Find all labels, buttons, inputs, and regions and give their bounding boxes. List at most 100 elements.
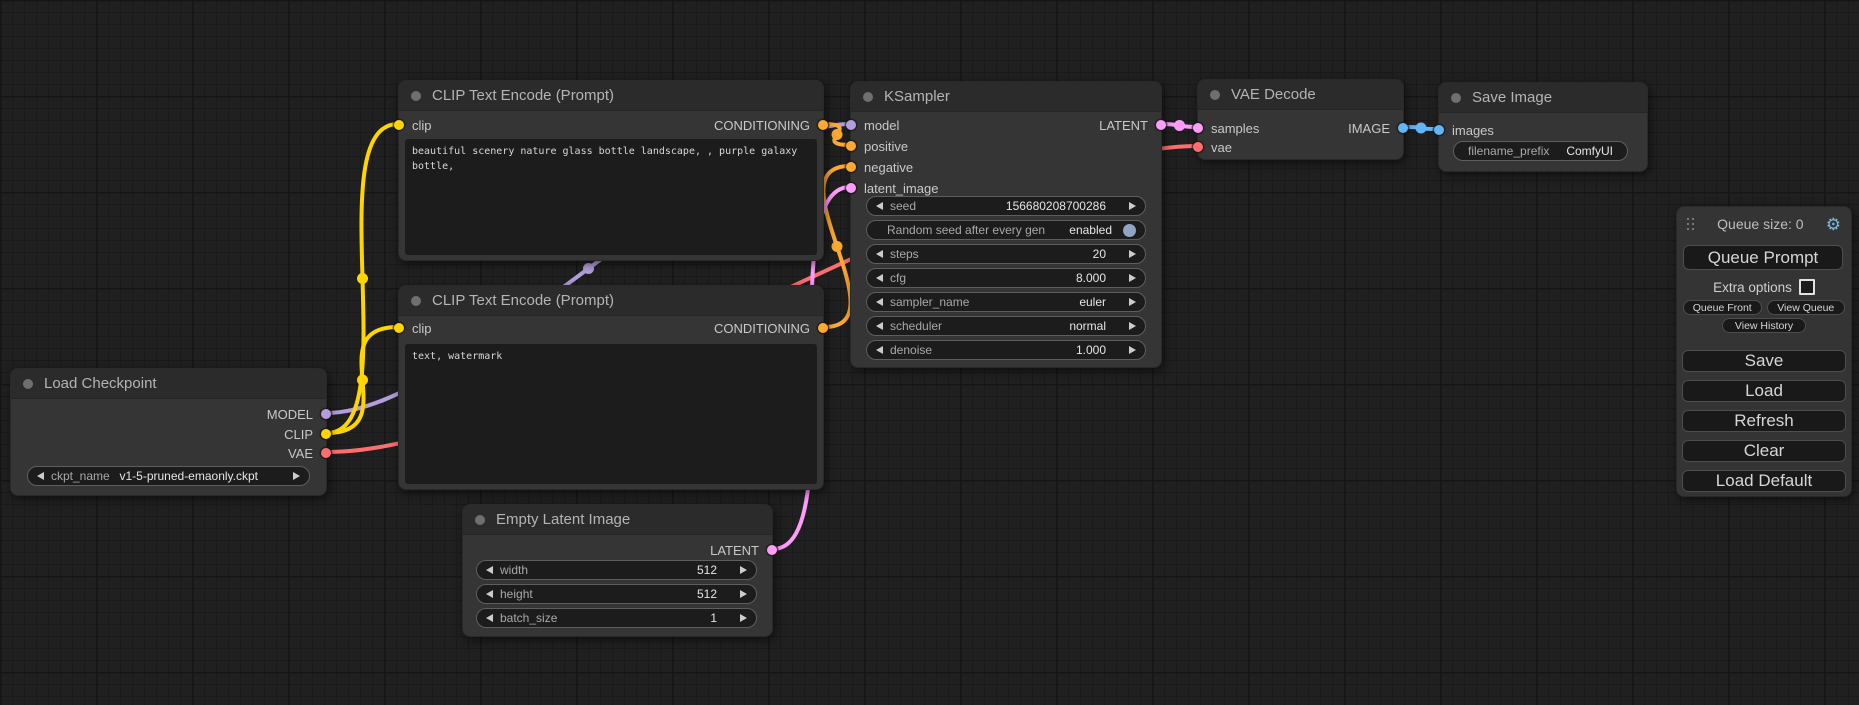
decrement-arrow-icon[interactable] [876,274,883,282]
increment-arrow-icon[interactable] [1129,322,1136,330]
node-title-bar[interactable]: VAE Decode [1198,80,1403,110]
port-dot-vae[interactable] [321,448,331,458]
load-default-button[interactable]: Load Default [1682,470,1846,492]
decrement-arrow-icon[interactable] [876,346,883,354]
input-port-clip[interactable]: clip [394,117,432,133]
output-port-conditioning[interactable]: CONDITIONING [714,117,828,133]
widget-height[interactable]: height 512 [476,584,757,604]
increment-arrow-icon[interactable] [1129,346,1136,354]
link-midpoint-dot[interactable] [357,273,368,284]
input-port-images[interactable]: images [1434,122,1494,138]
link-midpoint-dot[interactable] [832,241,843,252]
output-port-clip[interactable]: CLIP [284,426,331,442]
port-dot-samples[interactable] [1193,123,1203,133]
port-dot-latent[interactable] [767,545,777,555]
input-port-samples[interactable]: samples [1193,120,1259,136]
decrement-arrow-icon[interactable] [486,590,493,598]
queue-front-button[interactable]: Queue Front [1683,300,1762,315]
link-midpoint-dot[interactable] [1174,120,1185,131]
node-title-bar[interactable]: Empty Latent Image [463,505,772,535]
port-dot-positive[interactable] [846,141,856,151]
link-midpoint-dot[interactable] [1416,123,1427,134]
input-port-negative[interactable]: negative [846,159,913,175]
widget-random-seed-toggle[interactable]: Random seed after every gen enabled [866,220,1146,240]
link-midpoint-dot[interactable] [832,129,843,140]
port-dot-latent[interactable] [1156,120,1166,130]
queue-control-panel[interactable]: Queue size: 0 ⚙ Queue Prompt Extra optio… [1676,206,1852,497]
decrement-arrow-icon[interactable] [486,566,493,574]
decrement-arrow-icon[interactable] [37,472,44,480]
widget-steps[interactable]: steps 20 [866,244,1146,264]
widget-filename-prefix[interactable]: filename_prefix ComfyUI [1453,141,1628,161]
increment-arrow-icon[interactable] [293,472,300,480]
widget-seed[interactable]: seed 156680208700286 [866,196,1146,216]
increment-arrow-icon[interactable] [1129,274,1136,282]
node-title-bar[interactable]: Load Checkpoint [11,369,326,399]
prompt-text-area[interactable]: text, watermark [405,344,817,484]
widget-scheduler[interactable]: scheduler normal [866,316,1146,336]
widget-sampler-name[interactable]: sampler_name euler [866,292,1146,312]
increment-arrow-icon[interactable] [740,590,747,598]
decrement-arrow-icon[interactable] [876,322,883,330]
port-dot-conditioning[interactable] [818,323,828,333]
input-port-positive[interactable]: positive [846,138,908,154]
link-midpoint-dot[interactable] [583,263,594,274]
drag-handle-icon[interactable] [1687,218,1695,231]
node-title-bar[interactable]: KSampler [851,82,1161,112]
port-dot-negative[interactable] [846,162,856,172]
decrement-arrow-icon[interactable] [876,250,883,258]
increment-arrow-icon[interactable] [1129,250,1136,258]
port-dot-model[interactable] [846,120,856,130]
view-history-button[interactable]: View History [1722,318,1806,333]
view-queue-button[interactable]: View Queue [1767,300,1846,315]
extra-options-checkbox[interactable] [1799,279,1815,295]
port-dot-clip[interactable] [394,323,404,333]
widget-width[interactable]: width 512 [476,560,757,580]
increment-arrow-icon[interactable] [740,614,747,622]
link-midpoint-dot[interactable] [357,375,368,386]
output-port-latent[interactable]: LATENT [1099,117,1166,133]
widget-cfg[interactable]: cfg 8.000 [866,268,1146,288]
widget-ckpt-name[interactable]: ckpt_name v1-5-pruned-emaonly.ckpt [27,466,310,486]
output-port-conditioning[interactable]: CONDITIONING [714,320,828,336]
input-port-vae[interactable]: vae [1193,139,1232,155]
node-vae-decode[interactable]: VAE Decode samples vae IMAGE [1197,79,1404,160]
port-dot-clip[interactable] [394,120,404,130]
node-clip-text-encode-negative[interactable]: CLIP Text Encode (Prompt) clip CONDITION… [398,285,824,490]
output-port-latent[interactable]: LATENT [710,542,777,558]
save-button[interactable]: Save [1682,350,1846,372]
increment-arrow-icon[interactable] [1129,298,1136,306]
port-dot-vae[interactable] [1193,142,1203,152]
port-dot-clip[interactable] [321,429,331,439]
input-port-model[interactable]: model [846,117,899,133]
settings-gear-icon[interactable]: ⚙ [1826,216,1841,233]
decrement-arrow-icon[interactable] [876,202,883,210]
decrement-arrow-icon[interactable] [876,298,883,306]
increment-arrow-icon[interactable] [1129,202,1136,210]
widget-batch-size[interactable]: batch_size 1 [476,608,757,628]
node-save-image[interactable]: Save Image images filename_prefix ComfyU… [1438,82,1648,172]
node-title-bar[interactable]: CLIP Text Encode (Prompt) [399,286,823,316]
port-dot-conditioning[interactable] [818,120,828,130]
output-port-vae[interactable]: VAE [288,445,331,461]
node-load-checkpoint[interactable]: Load Checkpoint MODEL CLIP VAE ckpt_name… [10,368,327,496]
refresh-button[interactable]: Refresh [1682,410,1846,432]
decrement-arrow-icon[interactable] [486,614,493,622]
input-port-clip[interactable]: clip [394,320,432,336]
port-dot-latent-image[interactable] [846,183,856,193]
node-empty-latent-image[interactable]: Empty Latent Image LATENT width 512 heig… [462,504,773,637]
widget-denoise[interactable]: denoise 1.000 [866,340,1146,360]
node-ksampler[interactable]: KSampler model positive negative latent_… [850,81,1162,368]
queue-prompt-button[interactable]: Queue Prompt [1683,245,1843,270]
node-graph-canvas[interactable]: Load Checkpoint MODEL CLIP VAE ckpt_name… [0,0,1859,705]
port-dot-image[interactable] [1398,123,1408,133]
load-button[interactable]: Load [1682,380,1846,402]
toggle-dot[interactable] [1123,224,1136,237]
node-title-bar[interactable]: CLIP Text Encode (Prompt) [399,81,823,111]
input-port-latent-image[interactable]: latent_image [846,180,938,196]
output-port-model[interactable]: MODEL [267,406,331,422]
output-port-image[interactable]: IMAGE [1348,120,1408,136]
node-title-bar[interactable]: Save Image [1439,83,1647,113]
prompt-text-area[interactable]: beautiful scenery nature glass bottle la… [405,139,817,255]
node-clip-text-encode-positive[interactable]: CLIP Text Encode (Prompt) clip CONDITION… [398,80,824,261]
